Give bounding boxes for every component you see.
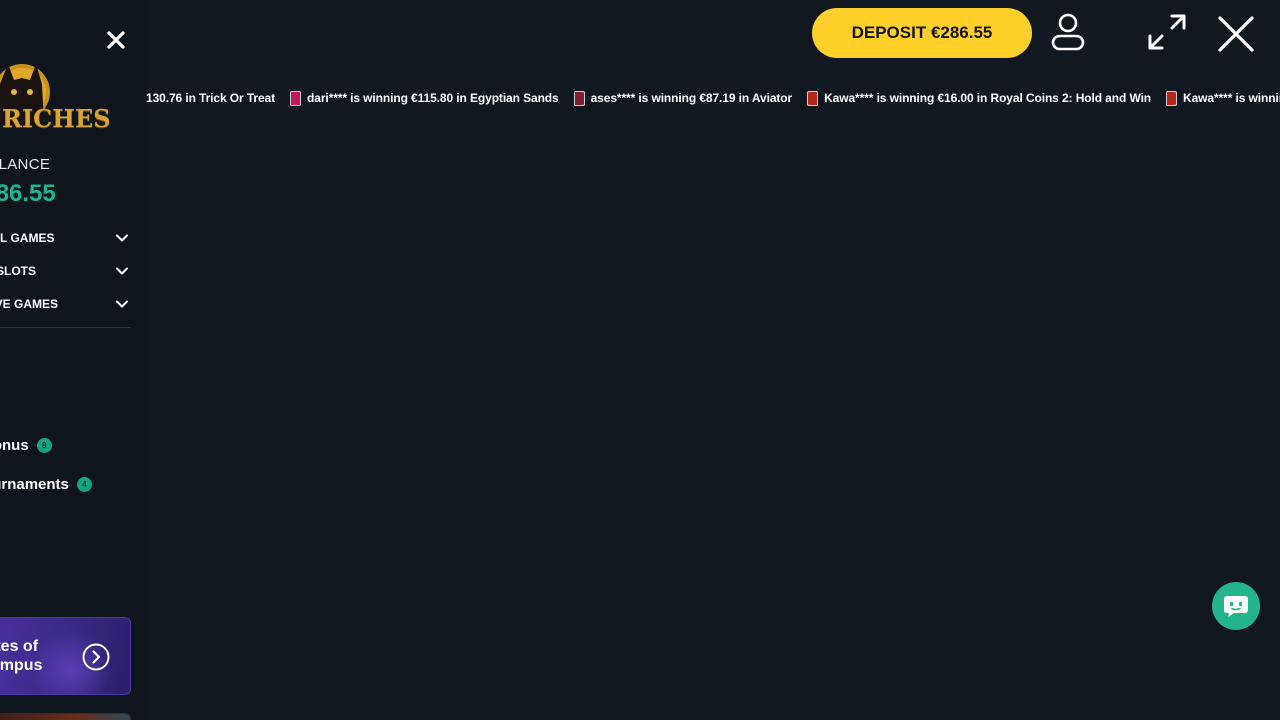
chat-bot-icon (1224, 596, 1248, 617)
fullscreen-icon[interactable] (1146, 12, 1188, 52)
ticker-text: Kawa**** is winning €4. (1183, 91, 1280, 105)
menu-item-live-games[interactable]: LIVE GAMES (0, 292, 134, 316)
promo-card[interactable] (0, 713, 131, 720)
ticker-item: 130.76 in Trick Or Treat (146, 91, 275, 105)
sidebar-link-tournaments[interactable]: Tournaments 4 (0, 474, 92, 494)
balance-value: €286.55 (0, 180, 56, 207)
ticker-item: Kawa**** is winning €16.00 in Royal Coin… (807, 90, 1152, 106)
game-thumbnail-icon (1166, 90, 1178, 106)
chevron-down-icon (116, 267, 128, 275)
menu-item-label: LIVE GAMES (0, 297, 59, 311)
promo-title: Gates of Olympus (0, 638, 43, 674)
chevron-down-icon (116, 300, 128, 308)
sidebar-divider (0, 327, 131, 328)
sidebar-link-bonus[interactable]: Bonus 8 (0, 435, 52, 455)
count-badge: 8 (36, 437, 52, 453)
ticker-text: 130.76 in Trick Or Treat (146, 91, 276, 105)
game-thumbnail-icon (807, 90, 819, 106)
sidebar-link-label: Bonus (0, 436, 29, 454)
sidebar: RICHES BALANCE €286.55 ALL GAMES SLOTS L… (0, 0, 146, 720)
promo-card-gates-of-olympus[interactable]: Gates of Olympus (0, 617, 131, 695)
sidebar-close-icon[interactable] (104, 28, 128, 52)
menu-item-label: ALL GAMES (0, 231, 55, 245)
ticker-item: dari**** is winning €115.80 in Egyptian … (290, 90, 559, 106)
chat-support-button[interactable] (1212, 582, 1260, 630)
user-icon[interactable] (1048, 12, 1088, 54)
menu-item-slots[interactable]: SLOTS (0, 259, 134, 283)
arrow-right-circle-icon (82, 643, 110, 671)
game-thumbnail-icon (290, 90, 302, 106)
menu-item-label: SLOTS (0, 264, 37, 278)
ticker-text: Kawa**** is winning €16.00 in Royal Coin… (824, 91, 1152, 105)
menu-item-all-games[interactable]: ALL GAMES (0, 226, 134, 250)
sidebar-link-label: Tournaments (0, 475, 69, 493)
ticker-item: ases**** is winning €87.19 in Aviator (573, 90, 793, 106)
ticker-track: 130.76 in Trick Or Treat dari**** is win… (146, 88, 1280, 108)
logo-text: RICHES (2, 104, 111, 133)
ticker-text: dari**** is winning €115.80 in Egyptian … (307, 91, 559, 105)
chevron-down-icon (116, 234, 128, 242)
deposit-button[interactable]: DEPOSIT €286.55 (812, 8, 1032, 58)
close-icon[interactable] (1214, 12, 1258, 56)
winners-ticker: 130.76 in Trick Or Treat dari**** is win… (146, 88, 1280, 108)
ticker-item: Kawa**** is winning €4. (1166, 90, 1280, 106)
game-thumbnail-icon (573, 90, 585, 106)
count-badge: 4 (76, 476, 92, 492)
balance-label: BALANCE (0, 156, 51, 173)
ticker-text: ases**** is winning €87.19 in Aviator (590, 91, 793, 105)
